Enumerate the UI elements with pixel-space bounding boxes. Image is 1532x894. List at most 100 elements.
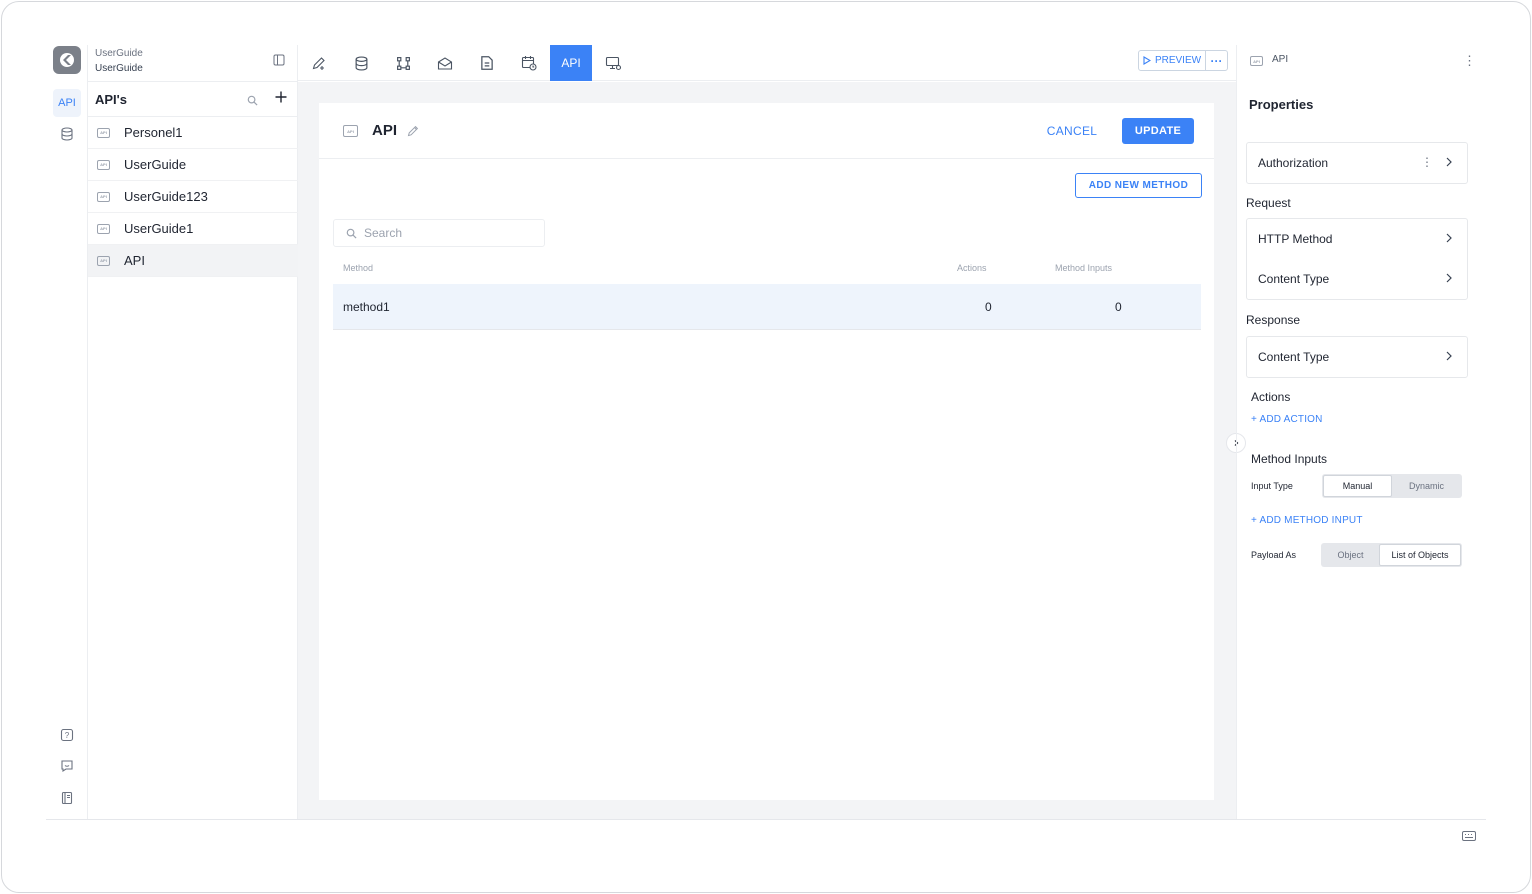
actions-label: Actions: [1251, 390, 1291, 404]
main-canvas: API API CANCEL UPDATE ADD NEW METHOD Met…: [298, 82, 1236, 820]
column-header-method-inputs[interactable]: Method Inputs: [1055, 263, 1112, 273]
sidebar-item-label: UserGuide: [124, 157, 187, 172]
keyboard-icon[interactable]: [1462, 828, 1476, 846]
chevron-right-icon: [1446, 233, 1452, 243]
http-method-row[interactable]: HTTP Method: [1247, 219, 1467, 259]
sidebar-item-label: Personel1: [124, 125, 183, 140]
api-file-icon: API: [97, 191, 110, 202]
http-method-label: HTTP Method: [1258, 232, 1333, 246]
workspace-line1: UserGuide: [95, 48, 143, 59]
preview-button-group: PREVIEW ···: [1138, 50, 1228, 71]
request-label: Request: [1246, 196, 1291, 210]
workspace-line2: UserGuide: [95, 63, 143, 74]
add-new-method-button[interactable]: ADD NEW METHOD: [1075, 173, 1202, 198]
properties-title: Properties: [1249, 97, 1314, 112]
edit-add-icon[interactable]: [298, 45, 340, 81]
payload-list-of-objects[interactable]: List of Objects: [1379, 544, 1461, 566]
method-search[interactable]: [333, 219, 545, 247]
add-action-button[interactable]: + ADD ACTION: [1251, 414, 1323, 425]
cell-actions: 0: [985, 300, 992, 314]
chevron-right-icon: [1446, 157, 1452, 167]
app-root: API ? UserGuide UserGuide API's API Pers…: [46, 45, 1486, 820]
api-file-icon: API: [97, 223, 110, 234]
api-file-icon: API: [97, 255, 110, 266]
input-type-manual[interactable]: Manual: [1323, 475, 1392, 497]
sidebar-item-personel1[interactable]: API Personel1: [88, 117, 298, 149]
panel-header-title: API: [1272, 54, 1289, 65]
properties-panel: API API ⋮ Properties Authorization ⋮ Req…: [1236, 45, 1486, 820]
table-row[interactable]: method1 0 0: [333, 284, 1201, 330]
docs-book-icon[interactable]: [53, 784, 81, 812]
api-file-icon: API: [1250, 56, 1263, 66]
column-header-actions[interactable]: Actions: [957, 263, 987, 273]
tab-api-label: API: [561, 56, 581, 70]
authorization-label: Authorization: [1258, 156, 1329, 170]
sidebar-item-userguide[interactable]: API UserGuide: [88, 149, 298, 181]
response-label: Response: [1246, 313, 1301, 327]
column-header-method[interactable]: Method: [343, 263, 373, 273]
request-card: HTTP Method Content Type: [1246, 218, 1468, 300]
api-list: API Personel1 API UserGuide API UserGuid…: [88, 117, 298, 277]
sidebar-collapse-icon[interactable]: [273, 53, 287, 67]
preview-label: PREVIEW: [1154, 55, 1202, 66]
rail-api-label: API: [58, 97, 76, 109]
workspace-name[interactable]: UserGuide UserGuide: [95, 46, 143, 76]
database-icon[interactable]: [53, 120, 81, 148]
monitor-settings-icon[interactable]: [592, 45, 634, 81]
sidebar-item-label: UserGuide1: [124, 221, 194, 236]
mail-icon[interactable]: [424, 45, 466, 81]
api-file-icon: API: [97, 159, 110, 170]
authorization-card: Authorization ⋮: [1246, 142, 1468, 184]
svg-text:?: ?: [65, 731, 70, 740]
payload-as-toggle: Object List of Objects: [1321, 543, 1462, 567]
rail-api-button[interactable]: API: [53, 89, 81, 117]
sidebar-item-label: API: [124, 253, 145, 268]
input-type-dynamic[interactable]: Dynamic: [1392, 475, 1461, 497]
sidebar-header: API's: [88, 81, 298, 117]
sidebar-search-icon[interactable]: [247, 93, 258, 111]
flow-icon[interactable]: [382, 45, 424, 81]
payload-object[interactable]: Object: [1322, 544, 1379, 566]
api-sidebar: UserGuide UserGuide API's API Personel1 …: [88, 45, 298, 820]
help-icon[interactable]: ?: [53, 721, 81, 749]
chevron-right-icon: [1446, 351, 1452, 361]
edit-name-pencil-icon[interactable]: [407, 124, 419, 142]
response-content-type-row[interactable]: Content Type: [1247, 337, 1467, 377]
cancel-button[interactable]: CANCEL: [1039, 118, 1105, 143]
database-icon[interactable]: [340, 45, 382, 81]
play-icon: [1143, 56, 1151, 65]
sidebar-item-label: UserGuide123: [124, 189, 208, 204]
chevron-right-icon: [1446, 273, 1452, 283]
document-icon[interactable]: [466, 45, 508, 81]
top-toolbar: API PREVIEW ···: [298, 45, 1236, 81]
update-button[interactable]: UPDATE: [1122, 118, 1194, 144]
request-content-type-label: Content Type: [1258, 272, 1330, 286]
preview-more-icon[interactable]: ···: [1206, 54, 1227, 68]
add-method-input-button[interactable]: + ADD METHOD INPUT: [1251, 515, 1363, 526]
api-file-icon: API: [343, 125, 358, 137]
feedback-icon[interactable]: [53, 752, 81, 780]
tab-api[interactable]: API: [550, 45, 592, 81]
preview-button[interactable]: PREVIEW: [1139, 51, 1206, 70]
cell-method-inputs: 0: [1115, 300, 1122, 314]
method-inputs-label: Method Inputs: [1251, 452, 1328, 466]
input-type-toggle: Manual Dynamic: [1322, 474, 1462, 498]
method-search-input[interactable]: [364, 226, 524, 240]
request-content-type-row[interactable]: Content Type: [1247, 259, 1467, 299]
response-card: Content Type: [1246, 336, 1468, 378]
authorization-menu-icon[interactable]: ⋮: [1421, 155, 1433, 169]
sidebar-item-userguide1[interactable]: API UserGuide1: [88, 213, 298, 245]
sidebar-item-api[interactable]: API API: [88, 245, 298, 277]
app-logo-icon[interactable]: [53, 46, 81, 74]
search-icon: [346, 228, 357, 239]
sidebar-item-userguide123[interactable]: API UserGuide123: [88, 181, 298, 213]
sidebar-title: API's: [95, 92, 127, 107]
nav-rail: API ?: [46, 45, 88, 820]
add-api-icon[interactable]: [274, 90, 288, 109]
authorization-row[interactable]: Authorization ⋮: [1247, 143, 1467, 183]
response-content-type-label: Content Type: [1258, 350, 1330, 364]
kebab-menu-icon[interactable]: ⋮: [1463, 53, 1476, 69]
calendar-clock-icon[interactable]: [508, 45, 550, 81]
editor-header: API API CANCEL UPDATE: [319, 103, 1214, 159]
input-type-label: Input Type: [1251, 481, 1293, 491]
